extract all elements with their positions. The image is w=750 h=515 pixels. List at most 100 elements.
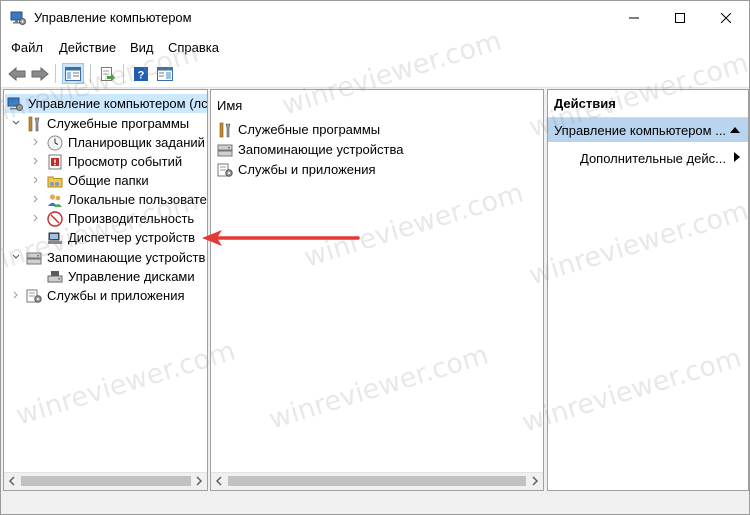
tree-item-storage[interactable]: Запоминающие устройств [26, 248, 205, 267]
list-item-label: Службы и приложения [238, 162, 376, 177]
chevron-right-icon[interactable] [31, 175, 41, 185]
actions-pane: Действия Управление компьютером ... Допо… [547, 89, 749, 491]
tree-item-device-manager[interactable]: Диспетчер устройств [47, 228, 195, 247]
tree-item-system-tools[interactable]: Служебные программы [26, 114, 189, 133]
computer-management-icon [7, 97, 23, 111]
list-item-label: Служебные программы [238, 122, 381, 137]
computer-management-icon [10, 11, 26, 25]
chevron-right-icon[interactable] [31, 156, 41, 166]
minimize-button[interactable] [611, 1, 657, 35]
properties-button[interactable] [154, 63, 176, 84]
toolbar: ? [1, 60, 749, 88]
disk-management-icon [47, 270, 63, 282]
scrollbar-thumb[interactable] [228, 476, 526, 486]
tools-icon [28, 116, 40, 131]
performance-icon [47, 210, 63, 227]
help-icon: ? [134, 66, 148, 81]
results-list-pane[interactable]: Имя Служебные программы Запоминающие уст… [210, 89, 544, 491]
tree-item-label: Планировщик заданий [68, 135, 205, 150]
menu-bar: Файл Действие Вид Справка [1, 35, 749, 60]
event-log-icon [48, 154, 62, 169]
list-item[interactable]: Запоминающие устройства [217, 140, 403, 159]
close-icon [721, 13, 731, 23]
chevron-down-icon[interactable] [11, 252, 21, 262]
column-header-name[interactable]: Имя [217, 98, 242, 113]
actions-group-label: Управление компьютером ... [554, 122, 727, 138]
forward-button[interactable] [29, 63, 51, 84]
actions-header: Действия [548, 90, 748, 118]
tree-item-task-scheduler[interactable]: Планировщик заданий [47, 133, 205, 152]
scroll-right-icon[interactable] [530, 476, 540, 486]
list-item[interactable]: Службы и приложения [217, 160, 376, 179]
forward-arrow-icon [31, 66, 49, 81]
tree-item-shared-folders[interactable]: Общие папки [47, 171, 149, 190]
users-icon [48, 193, 62, 207]
more-actions-item[interactable]: Дополнительные дейс... [580, 148, 726, 168]
window-title: Управление компьютером [34, 10, 192, 25]
tree-item-event-viewer[interactable]: Просмотр событий [47, 152, 182, 171]
status-bar [1, 494, 749, 514]
storage-icon [217, 144, 233, 156]
show-hide-tree-button[interactable] [62, 63, 84, 84]
clock-icon [47, 135, 63, 150]
horizontal-scrollbar[interactable] [4, 472, 207, 490]
properties-pane-icon [157, 66, 173, 81]
chevron-right-icon[interactable] [31, 213, 41, 223]
scroll-left-icon[interactable] [214, 476, 224, 486]
maximize-icon [675, 13, 685, 23]
export-list-icon [101, 66, 115, 81]
toolbar-separator [123, 64, 124, 83]
menu-file[interactable]: Файл [11, 40, 43, 55]
help-button[interactable]: ? [130, 63, 152, 84]
toolbar-separator [90, 64, 91, 83]
tree-item-label: Запоминающие устройств [47, 250, 206, 265]
console-tree-icon [65, 66, 81, 81]
more-actions-label: Дополнительные дейс... [580, 150, 726, 166]
tree-item-label: Локальные пользовате [68, 192, 207, 207]
back-arrow-icon [8, 66, 26, 81]
menu-help[interactable]: Справка [168, 40, 219, 55]
list-item[interactable]: Служебные программы [217, 120, 380, 139]
device-manager-icon [48, 232, 62, 244]
tree-item-label: Управление дисками [68, 269, 195, 284]
tree-item-label: Службы и приложения [47, 288, 185, 303]
storage-icon [26, 252, 42, 264]
list-item-label: Запоминающие устройства [238, 142, 404, 157]
submenu-arrow-icon[interactable] [734, 152, 740, 162]
scroll-left-icon[interactable] [7, 476, 17, 486]
toolbar-separator [55, 64, 56, 83]
horizontal-scrollbar[interactable] [211, 472, 543, 490]
chevron-right-icon[interactable] [31, 137, 41, 147]
callout-arrow-icon [202, 230, 360, 246]
tree-item-performance[interactable]: Производительность [47, 209, 194, 228]
actions-group-computer-management[interactable]: Управление компьютером ... [548, 118, 748, 142]
svg-text:?: ? [138, 69, 145, 81]
back-button[interactable] [6, 63, 28, 84]
scroll-right-icon[interactable] [194, 476, 204, 486]
chevron-down-icon[interactable] [11, 118, 21, 128]
chevron-right-icon[interactable] [11, 290, 21, 300]
tree-item-disk-management[interactable]: Управление дисками [47, 267, 195, 286]
menu-action[interactable]: Действие [59, 40, 116, 55]
tree-item-services-apps[interactable]: Службы и приложения [26, 286, 185, 305]
console-tree-pane[interactable]: Управление компьютером (лс Служебные про… [3, 89, 208, 491]
menu-view[interactable]: Вид [130, 40, 154, 55]
services-icon [217, 163, 233, 177]
maximize-button[interactable] [657, 1, 703, 35]
close-button[interactable] [703, 1, 749, 35]
chevron-right-icon[interactable] [31, 194, 41, 204]
collapse-up-icon[interactable] [730, 126, 740, 134]
tools-icon [219, 122, 231, 137]
scrollbar-thumb[interactable] [21, 476, 191, 486]
tree-item-label: Управление компьютером (лс [28, 96, 208, 111]
minimize-icon [629, 17, 639, 19]
shared-folder-icon [47, 176, 63, 187]
tree-item-label: Общие папки [68, 173, 149, 188]
app-window: Управление компьютером Файл Действие Вид… [0, 0, 750, 515]
tree-item-computer-management[interactable]: Управление компьютером (лс [5, 94, 207, 113]
services-icon [26, 289, 42, 303]
tree-item-label: Производительность [68, 211, 195, 226]
title-bar: Управление компьютером [1, 1, 749, 35]
tree-item-local-users[interactable]: Локальные пользовате [47, 190, 207, 209]
export-list-button[interactable] [97, 63, 119, 84]
